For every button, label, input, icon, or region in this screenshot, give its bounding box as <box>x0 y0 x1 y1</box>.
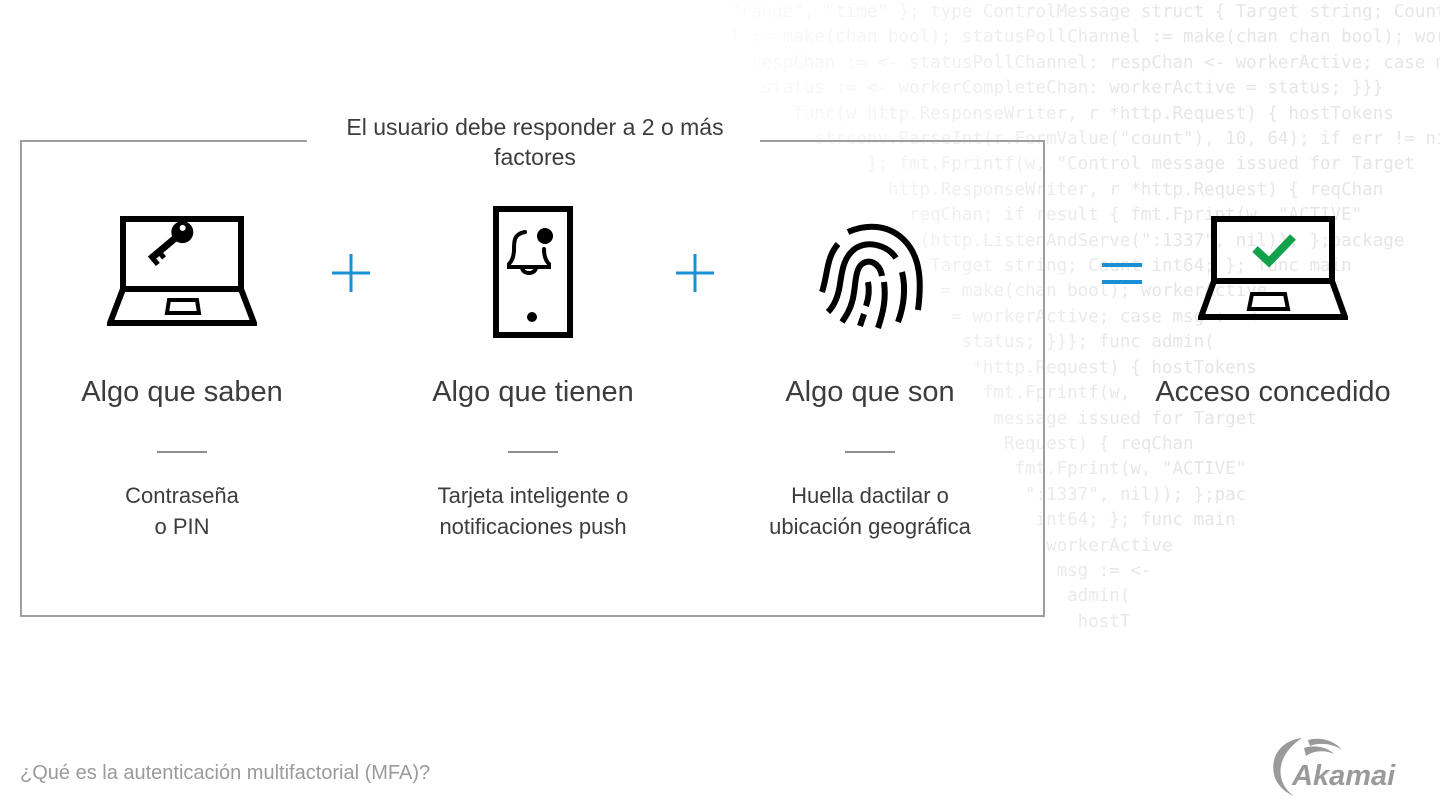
brand-name: Akamai <box>1291 760 1396 792</box>
divider <box>845 451 895 453</box>
result-access-granted: Acceso concedido <box>1113 200 1433 412</box>
footer-title: ¿Qué es la autenticación multifactorial … <box>20 762 431 784</box>
background-code-line: status := <- workerCompleteChan: workerA… <box>730 78 1384 99</box>
background-code-line: "range", "time" }; type ControlMessage s… <box>730 2 1440 22</box>
laptop-check-icon <box>1113 200 1433 345</box>
frame-top-border-right <box>760 140 1045 142</box>
factor-knowledge: Algo que saben Contraseña o PIN <box>22 200 342 542</box>
divider <box>508 451 558 453</box>
akamai-logo: Akamai <box>1268 730 1418 800</box>
plus-icon <box>331 253 371 298</box>
laptop-key-icon <box>22 200 342 345</box>
factor-possession: Algo que tienen Tarjeta inteligente o no… <box>373 200 693 542</box>
factor-description: Huella dactilar o ubicación geográfica <box>769 483 971 539</box>
plus-icon <box>675 253 715 298</box>
frame-top-border-left <box>20 140 307 142</box>
background-code-line: respChan := <- statusPollChannel: respCh… <box>730 52 1440 73</box>
result-label: Acceso concedido <box>1155 376 1391 408</box>
background-code-line: l := make(chan bool); statusPollChannel … <box>730 27 1440 48</box>
fingerprint-icon <box>710 200 1030 345</box>
divider <box>157 451 207 453</box>
background-code-line: func(w http.ResponseWriter, r *http.Requ… <box>730 103 1394 124</box>
frame-title: El usuario debe responder a 2 o más fact… <box>346 114 724 170</box>
factor-description: Contraseña o PIN <box>125 483 239 539</box>
factor-label: Algo que tienen <box>432 376 634 408</box>
factor-description: Tarjeta inteligente o notificaciones pus… <box>437 483 629 539</box>
factor-inherence: Algo que son Huella dactilar o ubicación… <box>710 200 1030 542</box>
factor-label: Algo que son <box>785 376 955 408</box>
phone-notification-icon <box>373 200 693 345</box>
factor-label: Algo que saben <box>81 376 283 408</box>
